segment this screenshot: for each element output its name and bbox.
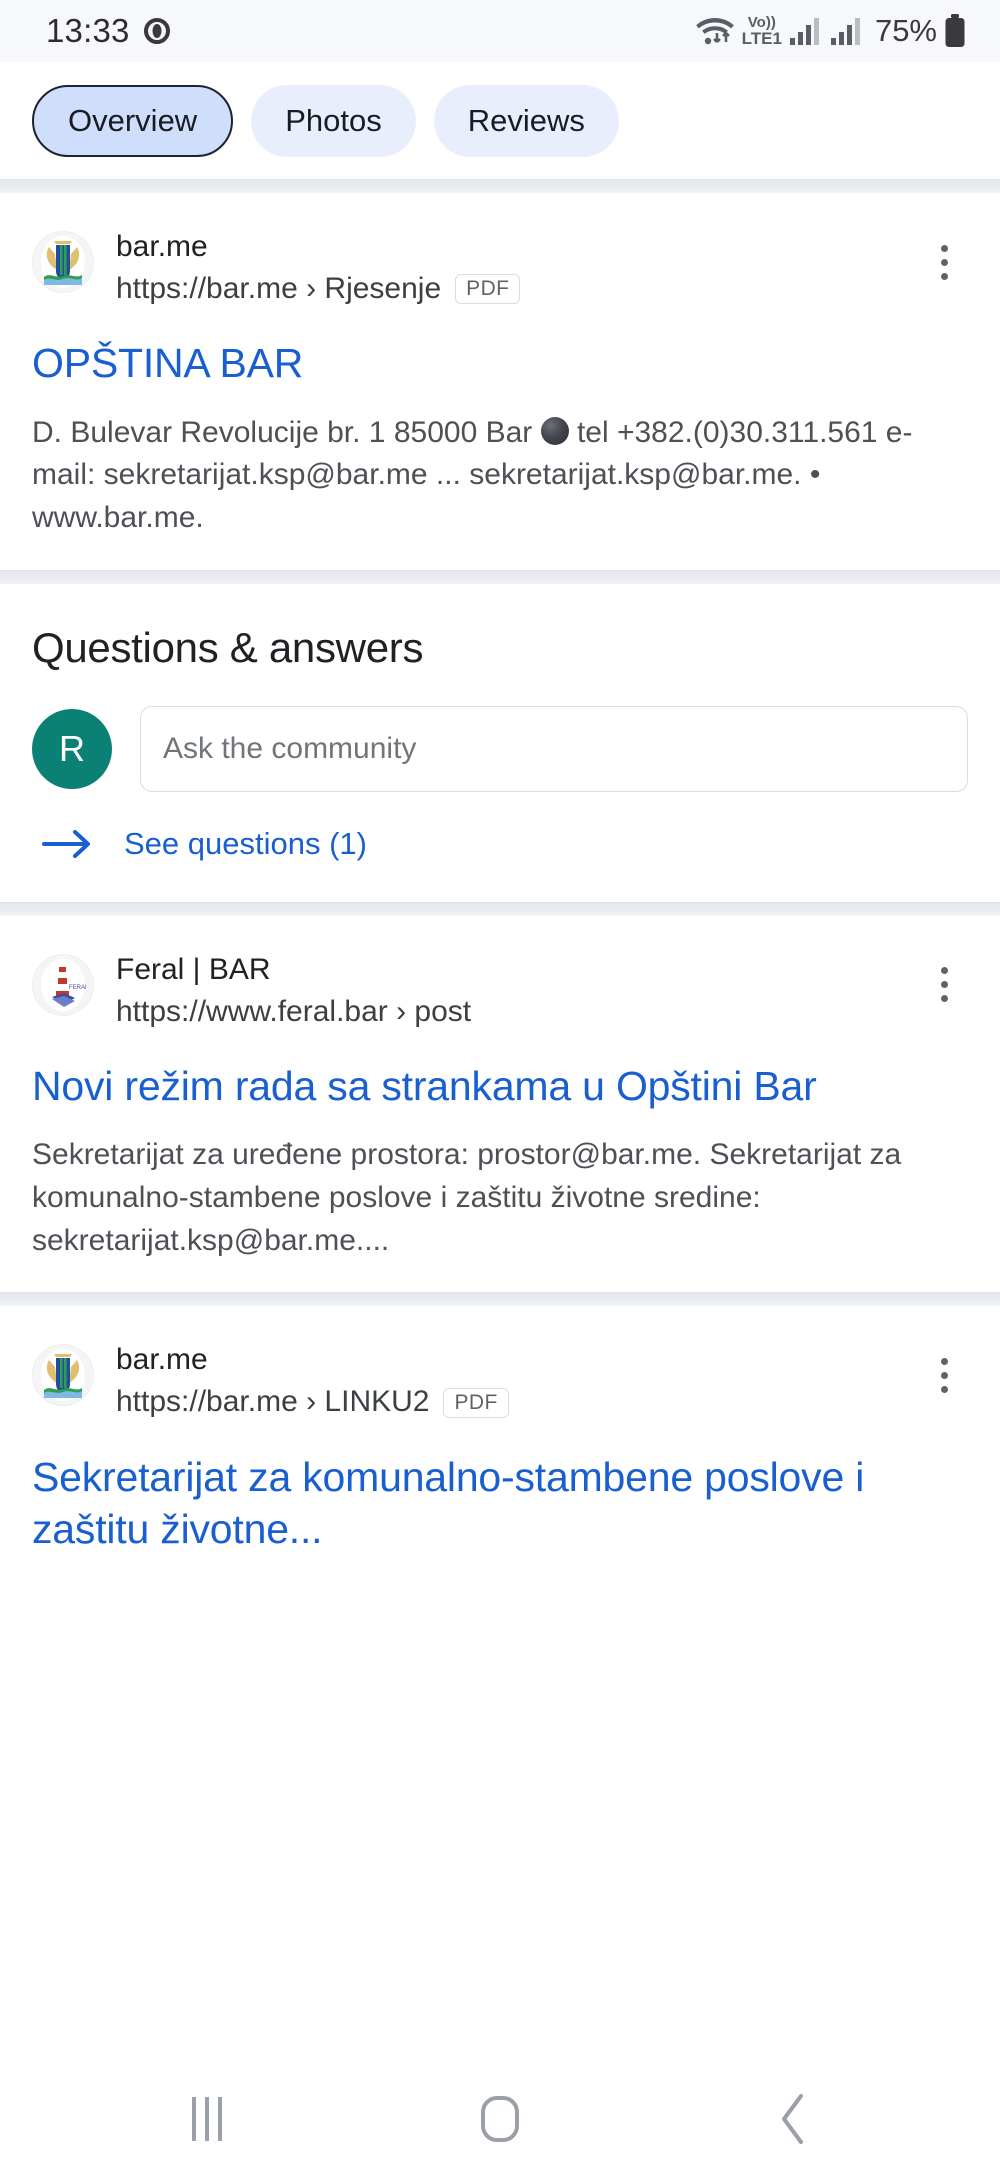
system-navigation-bar	[0, 2071, 1000, 2167]
page-spacer	[0, 1585, 1000, 2071]
home-button[interactable]	[440, 2084, 560, 2154]
lighthouse-icon: FERAL	[32, 953, 94, 1016]
svg-text:FERAL: FERAL	[69, 985, 86, 991]
back-icon	[776, 2092, 810, 2146]
result-3-meta: bar.me https://bar.me › LINKU2 PDF	[116, 1340, 898, 1422]
qa-ask-row: R Ask the community	[32, 705, 968, 792]
questions-answers-section: Questions & answers R Ask the community …	[0, 583, 1000, 902]
wifi-icon	[695, 14, 735, 48]
search-result-2[interactable]: FERAL Feral | BAR https://www.feral.bar …	[0, 915, 1000, 1293]
result-1-pdf-badge: PDF	[455, 274, 521, 305]
result-3-pdf-badge: PDF	[443, 1387, 509, 1418]
result-2-snippet: Sekretarijat za uređene prostora: prosto…	[32, 1138, 902, 1257]
result-1-site-name: bar.me	[116, 230, 208, 263]
section-divider-4	[0, 1292, 1000, 1307]
section-divider-3	[0, 901, 1000, 916]
result-1-title[interactable]: OPŠTINA BAR	[32, 337, 968, 389]
signal-icon-1	[789, 16, 823, 46]
recents-button[interactable]	[147, 2084, 267, 2154]
qa-heading: Questions & answers	[32, 623, 424, 671]
result-2-more-options-icon[interactable]	[920, 954, 968, 1016]
arrow-right-icon	[42, 827, 94, 861]
result-1-snippet: D. Bulevar Revolucije br. 1 85000 Bar te…	[32, 412, 968, 540]
result-3-site-name: bar.me	[116, 1343, 208, 1377]
tab-reviews[interactable]: Reviews	[433, 84, 619, 157]
coat-of-arms-icon	[32, 231, 94, 293]
status-bar-right: Vo)) LTE1 75%	[695, 13, 966, 49]
result-1-header: bar.me https://bar.me › Rjesenje PDF	[32, 227, 968, 309]
result-1-url: https://bar.me › Rjesenje	[116, 272, 442, 306]
result-1-url-row: https://bar.me › Rjesenje PDF	[116, 269, 898, 309]
result-2-meta: Feral | BAR https://www.feral.bar › post	[116, 950, 898, 1032]
see-questions-link[interactable]: See questions (1)	[32, 826, 968, 862]
back-button[interactable]	[733, 2084, 853, 2154]
avatar: R	[32, 708, 112, 789]
result-2-site-name: Feral | BAR	[116, 952, 271, 986]
section-divider-1	[0, 179, 1000, 193]
black-circle-icon	[540, 416, 569, 445]
result-3-title[interactable]: Sekretarijat za komunalno-stambene poslo…	[32, 1451, 968, 1556]
result-2-url: https://www.feral.bar › post	[116, 994, 472, 1028]
tab-overview[interactable]: Overview	[32, 84, 234, 157]
result-2-url-row: https://www.feral.bar › post	[116, 992, 898, 1032]
search-result-1[interactable]: bar.me https://bar.me › Rjesenje PDF OPŠ…	[0, 193, 1000, 570]
battery-icon	[944, 14, 966, 48]
result-3-url: https://bar.me › LINKU2	[116, 1385, 430, 1419]
status-bar: 13:33 Vo)) LTE1 75%	[0, 0, 1000, 62]
status-bar-left: 13:33	[46, 12, 170, 50]
result-1-more-options-icon[interactable]	[920, 231, 968, 293]
volte-icon: Vo)) LTE1	[741, 14, 782, 48]
battery-percent-label: 75%	[874, 13, 937, 48]
coat-of-arms-icon	[32, 1344, 94, 1407]
result-1-snippet-before: D. Bulevar Revolucije br. 1 85000 Bar	[32, 415, 541, 449]
screen-record-icon	[143, 18, 170, 44]
result-3-url-row: https://bar.me › LINKU2 PDF	[116, 1382, 898, 1422]
search-result-3[interactable]: bar.me https://bar.me › LINKU2 PDF Sekre…	[0, 1306, 1000, 1586]
home-icon	[480, 2096, 519, 2142]
section-divider-2	[0, 569, 1000, 584]
tab-bar: Overview Photos Reviews	[0, 62, 1000, 179]
result-2-header: FERAL Feral | BAR https://www.feral.bar …	[32, 950, 968, 1032]
result-3-header: bar.me https://bar.me › LINKU2 PDF	[32, 1340, 968, 1422]
phone-screen: 13:33 Vo)) LTE1 75% Overview Photos Revi…	[0, 0, 1000, 2167]
ask-community-input[interactable]: Ask the community	[140, 705, 968, 792]
ask-community-placeholder: Ask the community	[163, 731, 417, 765]
status-clock: 13:33	[46, 12, 130, 49]
see-questions-label: See questions (1)	[124, 825, 367, 861]
recents-icon	[191, 2097, 222, 2141]
result-2-title[interactable]: Novi režim rada sa strankama u Opštini B…	[32, 1060, 968, 1112]
signal-icon-2	[830, 16, 864, 46]
tab-photos[interactable]: Photos	[251, 84, 416, 157]
result-3-more-options-icon[interactable]	[920, 1344, 968, 1406]
result-1-meta: bar.me https://bar.me › Rjesenje PDF	[116, 227, 898, 309]
